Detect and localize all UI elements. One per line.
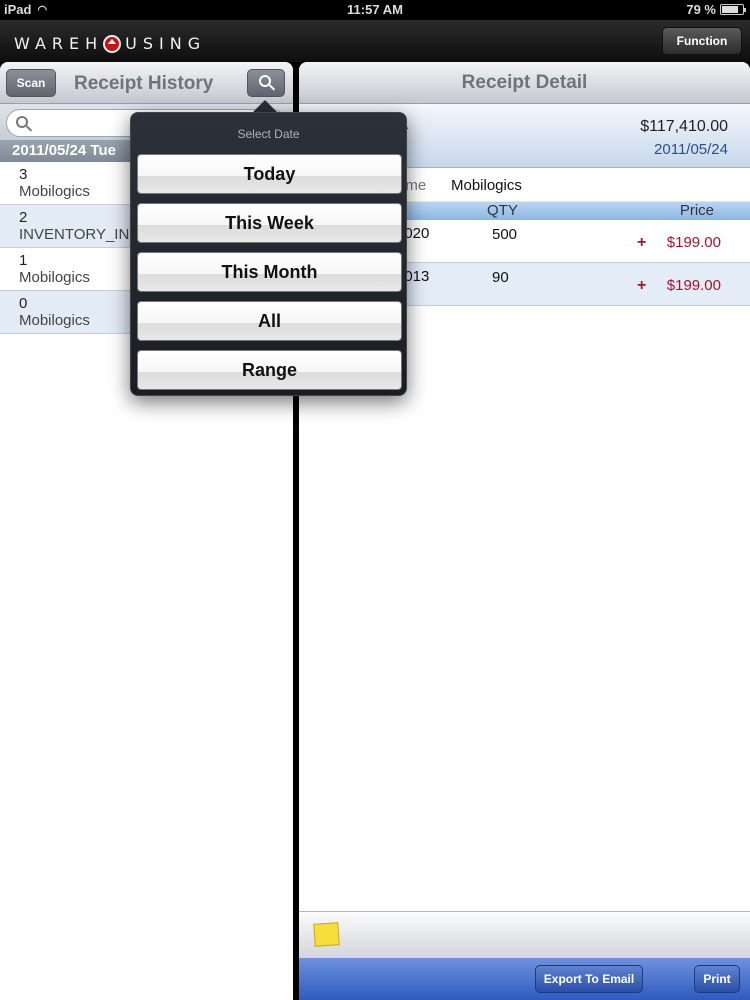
receipt-detail-title: Receipt Detail	[461, 72, 588, 93]
scan-button[interactable]: Scan	[6, 69, 56, 97]
plus-icon: +	[637, 277, 647, 294]
all-option[interactable]: All	[137, 301, 402, 341]
notes-toolbar	[299, 911, 750, 958]
item-qty: 90	[492, 269, 509, 286]
item-price: $199.00	[666, 234, 721, 251]
popover-title: Select Date	[237, 127, 300, 141]
export-to-email-button[interactable]: Export To Email	[535, 965, 643, 993]
note-icon[interactable]	[313, 922, 340, 947]
select-date-popover: Select Date Today This Week This Month A…	[130, 112, 407, 396]
vendor-value: Mobilogics	[451, 177, 522, 194]
receipt-history-title: Receipt History	[74, 73, 214, 94]
receipt-total: $117,410.00	[640, 118, 728, 135]
this-month-option[interactable]: This Month	[137, 252, 402, 292]
search-button[interactable]	[247, 69, 285, 97]
price-column-label: Price	[679, 202, 714, 219]
item-price: $199.00	[666, 277, 721, 294]
search-icon	[259, 75, 271, 87]
receipt-date: 2011/05/24	[654, 141, 728, 158]
house-logo-icon	[103, 34, 122, 53]
function-button[interactable]: Function	[662, 27, 742, 55]
range-option[interactable]: Range	[137, 350, 402, 390]
app-header: WAREH USING Function	[0, 20, 750, 62]
right-navbar: Receipt Detail	[299, 62, 750, 104]
clock: 11:57 AM	[347, 2, 403, 17]
plus-icon: +	[637, 234, 647, 251]
action-toolbar: Export To Email Print	[299, 958, 750, 1000]
left-navbar: Scan Receipt History	[0, 62, 293, 104]
status-bar: iPad ◠ 11:57 AM 79 %	[0, 0, 750, 20]
warehousing-logo: WAREH USING	[14, 34, 207, 53]
battery-percentage: 79 %	[686, 2, 716, 17]
item-qty: 500	[492, 226, 518, 243]
qty-column-label: QTY	[487, 202, 518, 219]
this-week-option[interactable]: This Week	[137, 203, 402, 243]
battery-icon	[720, 4, 746, 15]
print-button[interactable]: Print	[694, 965, 740, 993]
today-option[interactable]: Today	[137, 154, 402, 194]
search-field-icon	[16, 116, 28, 128]
